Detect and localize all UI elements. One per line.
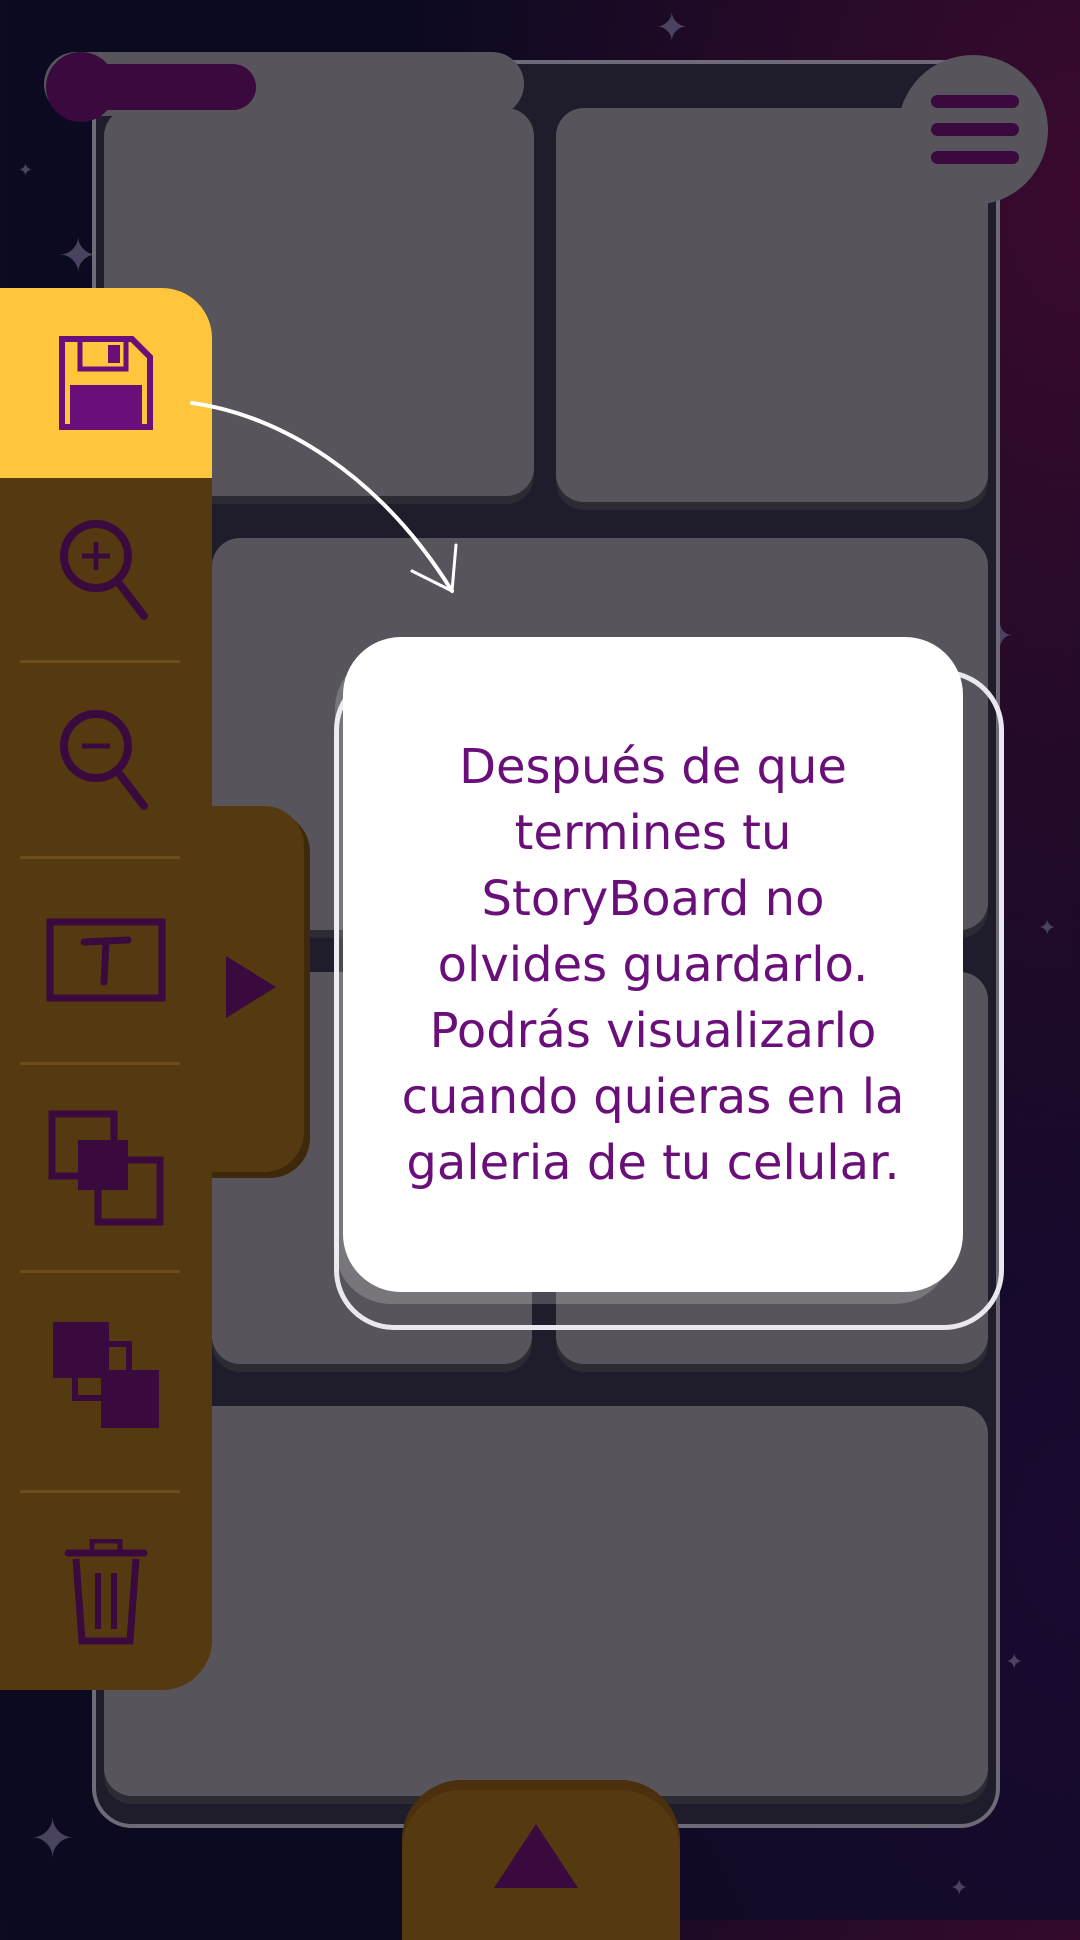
- star-decoration: ✦: [18, 160, 34, 181]
- delete-button[interactable]: [0, 1494, 212, 1690]
- star-decoration: ✦: [655, 5, 689, 51]
- floppy-disk-icon: [59, 336, 153, 430]
- zoom-in-icon: [60, 520, 148, 620]
- zoom-in-button[interactable]: [0, 478, 212, 664]
- star-decoration: ✦: [1005, 1650, 1024, 1675]
- star-decoration: ✦: [1038, 916, 1057, 941]
- expand-up-button[interactable]: [402, 1780, 680, 1940]
- send-backward-button[interactable]: [0, 1272, 212, 1478]
- toolbar-divider: [20, 1490, 180, 1493]
- menu-button[interactable]: [898, 55, 1048, 205]
- zoom-out-button[interactable]: [0, 664, 212, 858]
- toolbar-divider: [20, 660, 180, 663]
- up-arrow-icon: [494, 1824, 578, 1888]
- hamburger-icon-bar: [931, 95, 1019, 108]
- progress-knob[interactable]: [46, 52, 116, 122]
- hamburger-icon-bar: [931, 123, 1019, 136]
- play-arrow-icon: [226, 956, 276, 1018]
- bring-forward-icon: [48, 1110, 164, 1226]
- pointer-arrow-icon: [190, 401, 458, 594]
- tool-sidebar: [0, 288, 212, 1690]
- star-decoration: ✦: [950, 1876, 969, 1901]
- bring-forward-button[interactable]: [0, 1064, 212, 1272]
- storyboard-panel[interactable]: [104, 1406, 988, 1796]
- text-box-icon: [46, 918, 166, 1002]
- save-button[interactable]: [0, 288, 212, 478]
- save-tip-bubble: Después de que termines tu StoryBoard no…: [343, 637, 963, 1292]
- zoom-out-icon: [60, 710, 148, 810]
- tooltip-text: Después de que termines tu StoryBoard no…: [401, 738, 905, 1191]
- star-decoration: ✦: [30, 1807, 76, 1870]
- send-backward-icon: [53, 1322, 159, 1428]
- hamburger-icon-bar: [931, 151, 1019, 164]
- trash-icon: [64, 1539, 148, 1645]
- add-text-button[interactable]: [0, 858, 212, 1064]
